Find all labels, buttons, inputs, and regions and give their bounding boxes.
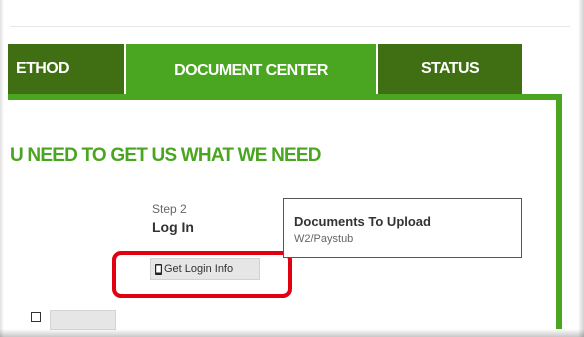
edge-shadow-left — [0, 0, 4, 337]
checkbox[interactable] — [31, 312, 41, 322]
tab-status-label: STATUS — [420, 60, 480, 77]
documents-title: Documents To Upload — [294, 214, 431, 229]
documents-subtitle: W2/Paystub — [294, 233, 354, 245]
step-number: Step 2 — [152, 202, 187, 216]
section-heading: U NEED TO GET US WHAT WE NEED — [10, 145, 322, 166]
edge-shadow-bottom — [0, 329, 584, 337]
tab-status[interactable]: STATUS — [378, 44, 522, 94]
top-divider — [10, 26, 570, 27]
tab-bar: ETHOD DOCUMENT CENTER STATUS — [8, 44, 560, 98]
edge-shadow-right — [578, 0, 584, 337]
content-right-border — [556, 94, 562, 329]
step-title: Log In — [152, 219, 194, 235]
tab-method[interactable]: ETHOD — [8, 44, 124, 94]
documents-to-upload-box: Documents To Upload W2/Paystub — [283, 198, 522, 258]
tab-document-center[interactable]: DOCUMENT CENTER — [126, 44, 376, 98]
content-top-border — [8, 94, 562, 100]
tab-document-center-label: DOCUMENT CENTER — [174, 62, 328, 79]
screenshot-frame: ETHOD DOCUMENT CENTER STATUS U NEED TO G… — [0, 0, 584, 337]
tab-method-label: ETHOD — [16, 60, 70, 77]
partial-button[interactable] — [50, 310, 116, 330]
annotation-highlight — [112, 251, 292, 298]
